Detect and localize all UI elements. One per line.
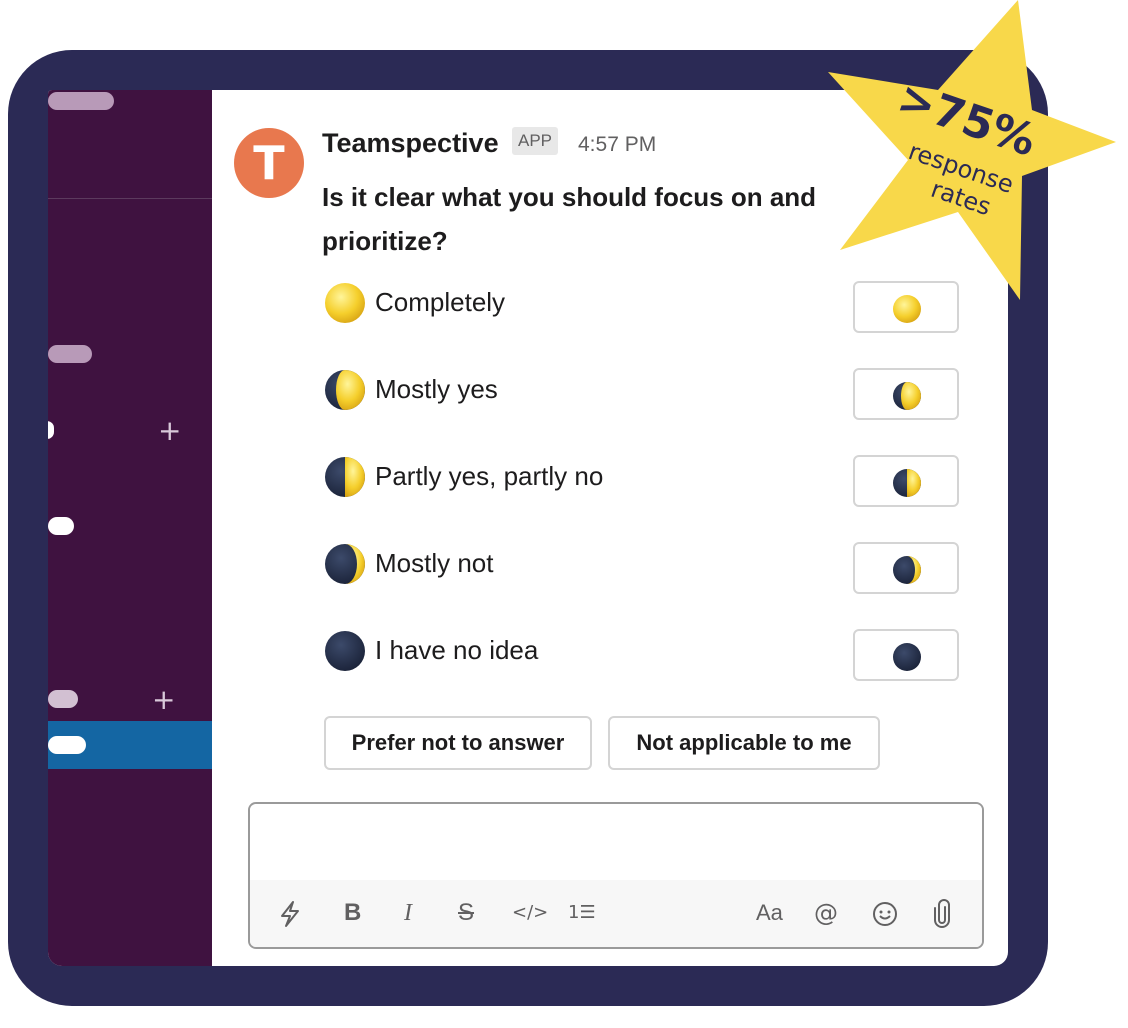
numbered-list-icon[interactable]: 1☰ (568, 898, 596, 928)
sidebar: + + (48, 90, 212, 966)
add-direct-message-icon[interactable]: + (152, 686, 175, 714)
code-icon[interactable]: </> (512, 898, 548, 928)
strikethrough-icon[interactable]: S (458, 898, 474, 928)
not-applicable-button[interactable]: Not applicable to me (608, 716, 880, 770)
italic-icon[interactable]: I (404, 898, 412, 928)
sidebar-item-channels[interactable] (48, 421, 54, 439)
waxing-gibbous-moon-icon (893, 382, 921, 410)
sidebar-divider (48, 198, 212, 199)
mention-icon[interactable]: @ (814, 898, 838, 928)
new-moon-icon (325, 631, 365, 671)
survey-question: Is it clear what you should focus on and… (322, 182, 817, 256)
formatting-icon[interactable]: Aa (756, 898, 783, 928)
message-composer: B I S </> 1☰ Aa @ (248, 802, 984, 949)
app-badge: APP (512, 127, 559, 155)
option-label: Mostly not (375, 548, 494, 578)
waxing-gibbous-moon-icon (325, 370, 365, 410)
shortcuts-lightning-icon[interactable] (278, 900, 302, 928)
sidebar-item-active[interactable] (48, 721, 212, 769)
waxing-crescent-moon-icon (893, 556, 921, 584)
option-label: I have no idea (375, 635, 539, 665)
full-moon-icon (325, 283, 365, 323)
new-moon-icon (893, 643, 921, 671)
attachment-paperclip-icon[interactable] (932, 899, 952, 929)
option-label: Completely (375, 287, 506, 317)
vote-button-mostly-yes[interactable] (853, 368, 959, 420)
response-rate-star-badge: >75% response rates (800, 0, 1128, 310)
sidebar-item-direct-messages[interactable] (48, 690, 78, 708)
vote-button-partly[interactable] (853, 455, 959, 507)
message-timestamp[interactable]: 4:57 PM (578, 133, 656, 157)
waxing-crescent-moon-icon (325, 544, 365, 584)
message-input[interactable] (250, 804, 982, 880)
add-channel-icon[interactable]: + (158, 417, 181, 445)
vote-button-no-idea[interactable] (853, 629, 959, 681)
vote-button-mostly-not[interactable] (853, 542, 959, 594)
composer-toolbar: B I S </> 1☰ Aa @ (250, 880, 982, 947)
option-label: Partly yes, partly no (375, 461, 604, 491)
emoji-icon[interactable] (872, 901, 898, 927)
sidebar-item-workspace[interactable] (48, 92, 114, 110)
option-label: Mostly yes (375, 374, 498, 404)
bold-icon[interactable]: B (344, 898, 361, 928)
avatar[interactable]: T (234, 128, 304, 198)
first-quarter-moon-icon (325, 457, 365, 497)
sidebar-item-section[interactable] (48, 345, 92, 363)
sidebar-item-active-label (48, 736, 86, 754)
sidebar-item-channel[interactable] (48, 517, 74, 535)
prefer-not-to-answer-button[interactable]: Prefer not to answer (324, 716, 592, 770)
sender-name[interactable]: Teamspective (322, 128, 499, 159)
first-quarter-moon-icon (893, 469, 921, 497)
